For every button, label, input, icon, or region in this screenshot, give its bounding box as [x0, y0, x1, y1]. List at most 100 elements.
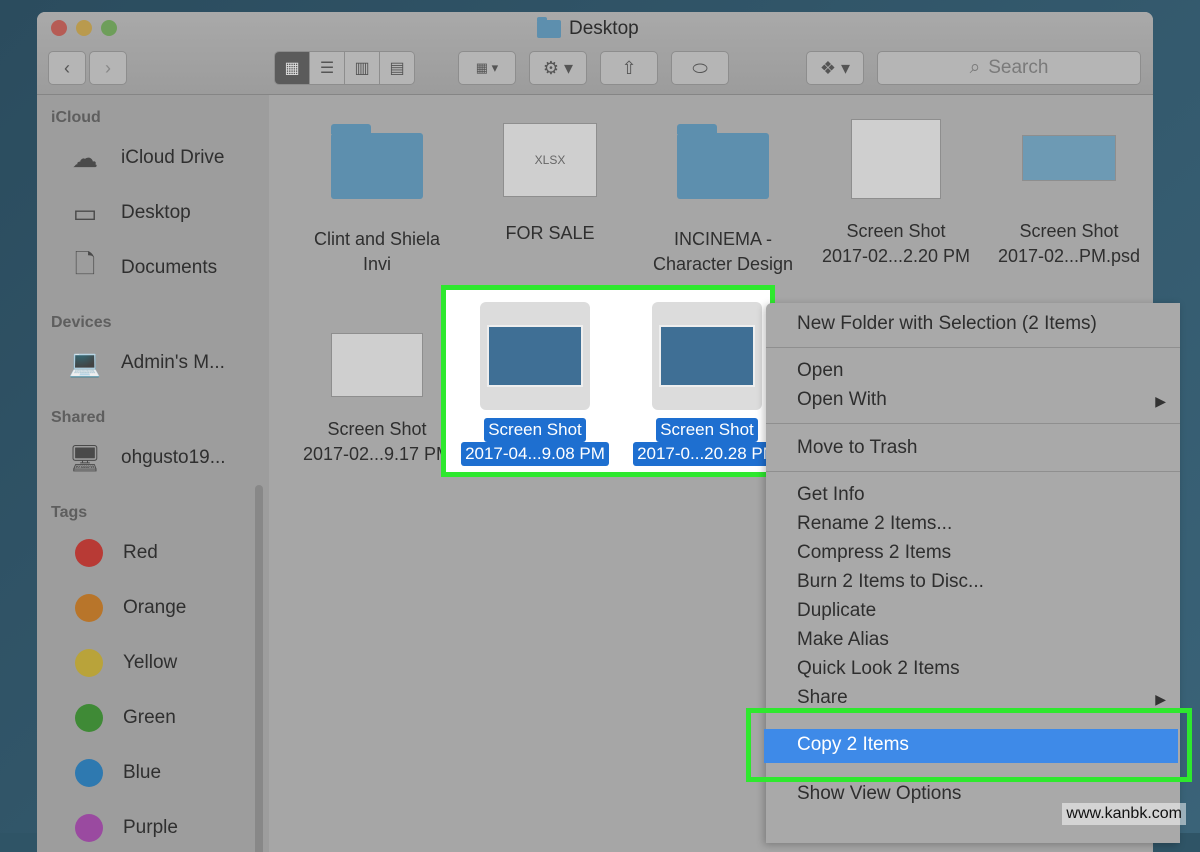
menu-item-rename[interactable]: Rename 2 Items...: [797, 513, 952, 535]
file-name-line2: 2017-02...2.20 PM: [821, 246, 971, 266]
forward-arrow-icon: ›: [105, 57, 111, 78]
sidebar-item-icloud-drive[interactable]: ☁ iCloud Drive: [63, 141, 224, 175]
menu-item-quick-look[interactable]: Quick Look 2 Items: [797, 658, 960, 680]
file-item[interactable]: Screen Shot 2017-02...PM.psd: [984, 115, 1153, 269]
image-thumbnail-icon: [851, 119, 941, 199]
selected-files-highlight: Screen Shot 2017-04...9.08 PM Screen Sho…: [441, 285, 781, 477]
sidebar-item-label: Green: [123, 707, 176, 728]
menu-item-get-info[interactable]: Get Info: [797, 484, 865, 506]
sidebar-item-tag-green[interactable]: Green: [63, 704, 176, 732]
file-name-line1: Screen Shot: [484, 418, 586, 442]
menu-item-show-view-options[interactable]: Show View Options: [797, 783, 961, 805]
search-field[interactable]: ⌕ Search: [877, 51, 1141, 85]
file-name-line1: INCINEMA -: [673, 229, 772, 249]
dropbox-icon: ❖ ▾: [819, 57, 851, 78]
cloud-icon: ☁: [72, 142, 98, 173]
file-name-line1: Screen Shot: [327, 419, 427, 439]
cover-flow-view-icon[interactable]: ▤: [380, 52, 414, 84]
forward-button[interactable]: ›: [89, 51, 127, 85]
purple-tag-icon: [75, 814, 103, 842]
arrange-icon: ▦ ▾: [475, 60, 499, 75]
search-placeholder: Search: [988, 57, 1049, 78]
green-tag-icon: [75, 704, 103, 732]
blue-tag-icon: [75, 759, 103, 787]
orange-tag-icon: [75, 594, 103, 622]
sidebar-section-tags: Tags: [51, 504, 88, 521]
sidebar-scrollbar[interactable]: [255, 485, 263, 852]
red-tag-icon: [75, 539, 103, 567]
file-item[interactable]: XLSX FOR SALE: [465, 115, 635, 246]
folder-icon: [677, 124, 769, 199]
back-button[interactable]: ‹: [48, 51, 86, 85]
back-arrow-icon: ‹: [64, 57, 70, 78]
menu-item-new-folder-with-selection[interactable]: New Folder with Selection (2 Items): [797, 313, 1097, 335]
zoom-window-button[interactable]: [101, 20, 117, 36]
arrange-button[interactable]: ▦ ▾: [458, 51, 516, 85]
tag-icon: ⬭: [692, 57, 708, 78]
sidebar-section-devices: Devices: [51, 314, 112, 331]
menu-item-open-with[interactable]: Open With: [797, 389, 887, 411]
menu-item-compress[interactable]: Compress 2 Items: [797, 542, 951, 564]
image-thumbnail-icon: [480, 302, 590, 410]
menu-item-duplicate[interactable]: Duplicate: [797, 600, 876, 622]
sidebar-item-tag-blue[interactable]: Blue: [63, 759, 161, 787]
sidebar-item-documents[interactable]: 🗋 Documents: [63, 249, 218, 285]
menu-item-make-alias[interactable]: Make Alias: [797, 629, 889, 651]
minimize-window-button[interactable]: [76, 20, 92, 36]
share-button[interactable]: ⇧: [600, 51, 658, 85]
view-mode-control: ▦ ☰ ▥ ▤: [274, 51, 415, 85]
action-button[interactable]: ⚙ ▾: [529, 51, 587, 85]
sidebar-item-tag-purple[interactable]: Purple: [63, 814, 178, 842]
monitor-icon: 🖥: [68, 442, 102, 473]
share-icon: ⇧: [621, 57, 637, 78]
menu-separator: [766, 347, 1180, 348]
yellow-tag-icon: [75, 649, 103, 677]
selected-file-item[interactable]: Screen Shot 2017-04...9.08 PM: [451, 302, 619, 466]
column-view-icon[interactable]: ▥: [345, 52, 380, 84]
file-type-label: XLSX: [534, 152, 566, 167]
file-name-line2: 2017-0...20.28 PM: [633, 442, 781, 466]
sidebar-item-tag-yellow[interactable]: Yellow: [63, 649, 177, 677]
file-name-line2: Character Design: [652, 254, 794, 274]
window-title-text: Desktop: [569, 18, 639, 39]
sidebar-item-desktop[interactable]: ▭ Desktop: [63, 196, 191, 230]
gear-icon: ⚙ ▾: [542, 57, 574, 78]
sidebar-item-shared-computer[interactable]: 🖥 ohgusto19...: [63, 441, 225, 475]
icon-view-icon[interactable]: ▦: [275, 52, 310, 84]
file-item[interactable]: Clint and Shiela Invi: [292, 115, 462, 277]
image-thumbnail-icon: [331, 333, 423, 397]
tag-button[interactable]: ⬭: [671, 51, 729, 85]
file-name-line1: Screen Shot: [1019, 221, 1119, 241]
spreadsheet-icon: XLSX: [503, 123, 597, 197]
dropbox-button[interactable]: ❖ ▾: [806, 51, 864, 85]
list-view-icon[interactable]: ☰: [310, 52, 345, 84]
sidebar-section-shared: Shared: [51, 409, 106, 426]
menu-item-burn-to-disc[interactable]: Burn 2 Items to Disc...: [797, 571, 984, 593]
file-item[interactable]: Screen Shot 2017-02...9.17 PM: [292, 333, 462, 467]
file-name-line1: Clint and Shiela: [313, 229, 441, 249]
sidebar-item-label: Orange: [123, 597, 187, 618]
menu-item-share[interactable]: Share: [797, 687, 848, 709]
sidebar-item-tag-orange[interactable]: Orange: [63, 594, 186, 622]
sidebar-item-computer[interactable]: 💻 Admin's M...: [63, 346, 225, 380]
sidebar-item-tag-red[interactable]: Red: [63, 539, 158, 567]
file-name-line1: FOR SALE: [505, 223, 595, 243]
file-name-line1: Screen Shot: [656, 418, 758, 442]
menu-item-move-to-trash[interactable]: Move to Trash: [797, 437, 917, 459]
close-window-button[interactable]: [51, 20, 67, 36]
sidebar-item-label: Yellow: [123, 652, 178, 673]
file-item[interactable]: INCINEMA - Character Design: [638, 115, 808, 277]
sidebar-item-label: Purple: [123, 817, 178, 838]
image-thumbnail-icon: [1022, 135, 1116, 181]
file-name-line2: 2017-02...9.17 PM: [302, 444, 452, 464]
file-item[interactable]: Screen Shot 2017-02...2.20 PM: [811, 115, 981, 269]
window-title: Desktop: [537, 17, 639, 40]
search-icon: ⌕: [969, 57, 981, 78]
desktop-icon: ▭: [72, 197, 98, 228]
image-thumbnail-icon: [652, 302, 762, 410]
watermark: www.kanbk.com: [1062, 803, 1186, 825]
submenu-arrow-icon: ▶: [1155, 393, 1166, 409]
file-name-line2: 2017-04...9.08 PM: [461, 442, 609, 466]
sidebar: iCloud ☁ iCloud Drive ▭ Desktop 🗋 Docume…: [37, 95, 269, 852]
menu-item-open[interactable]: Open: [797, 360, 843, 382]
